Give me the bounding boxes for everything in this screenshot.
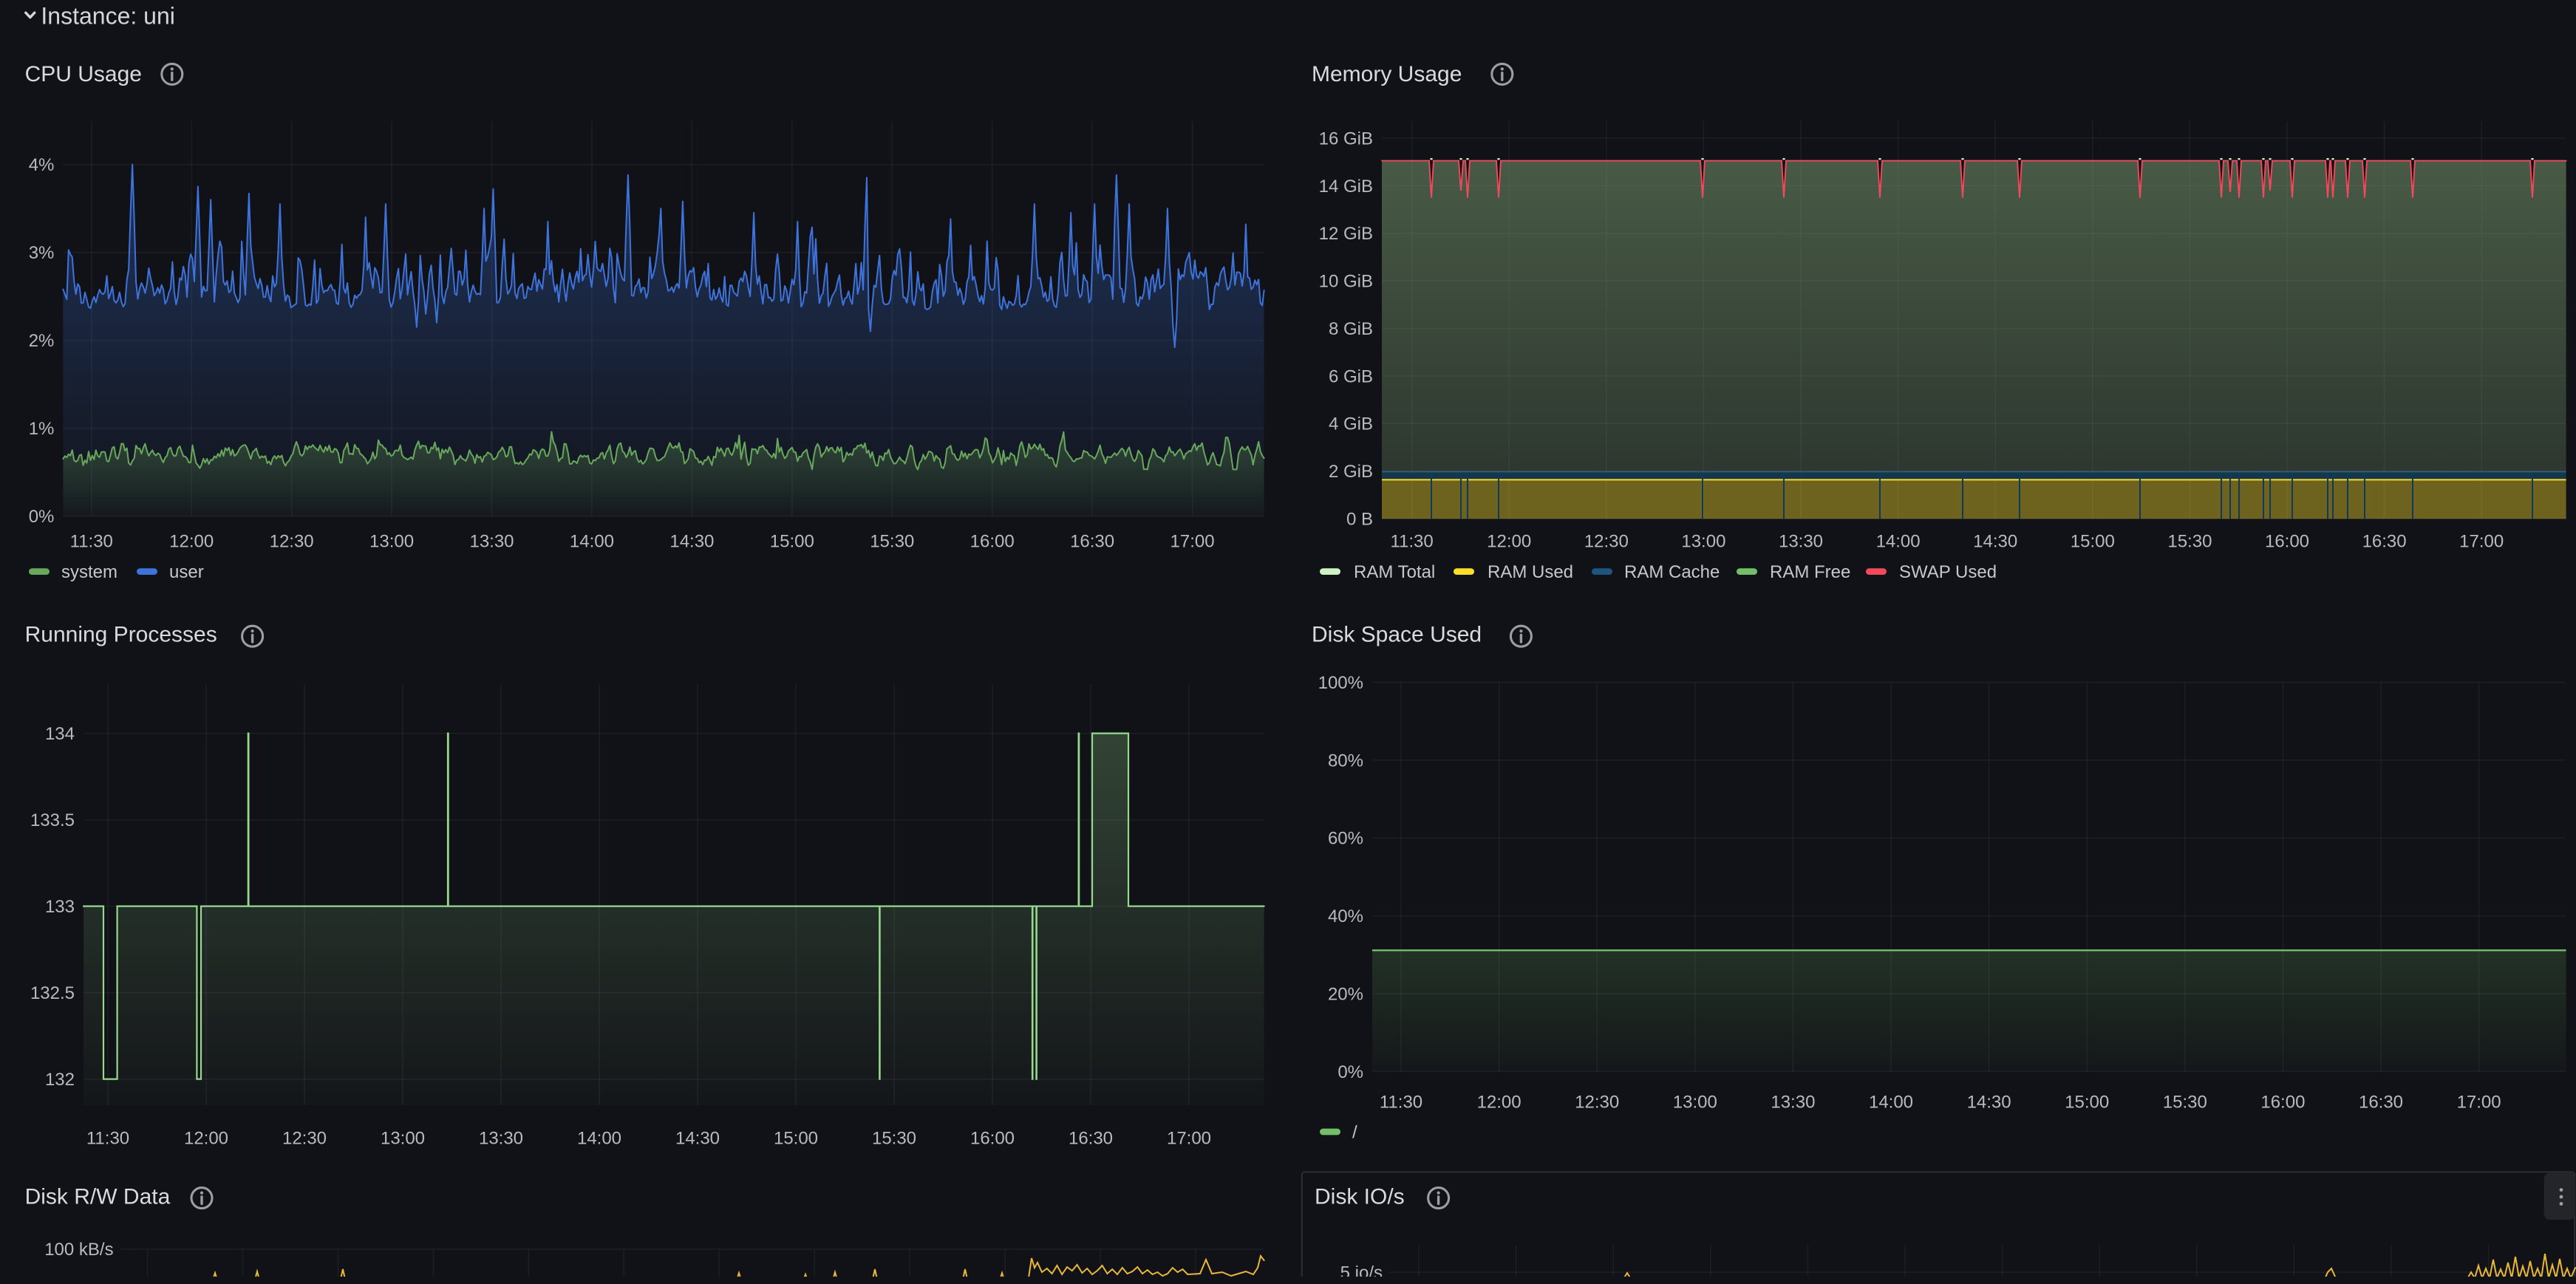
svg-text:17:00: 17:00 (1167, 1128, 1211, 1148)
svg-text:RAM Free: RAM Free (1770, 562, 1850, 582)
svg-text:CPU Usage: CPU Usage (25, 62, 142, 86)
svg-text:RAM Cache: RAM Cache (1624, 562, 1720, 582)
svg-text:Memory Usage: Memory Usage (1312, 62, 1462, 86)
svg-text:132: 132 (45, 1070, 75, 1090)
svg-text:12:30: 12:30 (282, 1128, 327, 1148)
svg-text:16:00: 16:00 (2265, 531, 2309, 551)
svg-text:13:00: 13:00 (369, 531, 414, 551)
svg-text:14:30: 14:30 (669, 531, 714, 551)
svg-text:15:30: 15:30 (2167, 531, 2212, 551)
svg-text:11:30: 11:30 (1380, 1093, 1422, 1113)
svg-text:14:00: 14:00 (577, 1128, 621, 1148)
svg-text:user: user (169, 562, 204, 582)
svg-text:13:00: 13:00 (1673, 1093, 1717, 1113)
svg-text:Disk IO/s: Disk IO/s (1315, 1184, 1405, 1209)
svg-text:1%: 1% (29, 419, 55, 439)
svg-text:RAM Total: RAM Total (1354, 562, 1435, 582)
svg-text:14:30: 14:30 (675, 1128, 720, 1148)
svg-text:8 GiB: 8 GiB (1329, 319, 1373, 339)
svg-text:134: 134 (45, 724, 75, 744)
svg-text:15:00: 15:00 (2065, 1093, 2109, 1113)
svg-text:14:00: 14:00 (570, 531, 614, 551)
svg-text:100 kB/s: 100 kB/s (44, 1240, 113, 1260)
svg-text:16:30: 16:30 (1069, 1128, 1113, 1148)
svg-text:15:00: 15:00 (770, 531, 814, 551)
svg-text:16:00: 16:00 (970, 1128, 1015, 1148)
svg-text:133.5: 133.5 (30, 810, 75, 830)
svg-text:12:00: 12:00 (1477, 1093, 1522, 1113)
svg-text:15:30: 15:30 (872, 1128, 916, 1148)
svg-text:4 GiB: 4 GiB (1329, 414, 1373, 434)
svg-text:2%: 2% (29, 331, 55, 351)
svg-text:Disk Space Used: Disk Space Used (1312, 623, 1482, 647)
svg-text:3%: 3% (29, 243, 55, 263)
svg-text:16:00: 16:00 (970, 531, 1015, 551)
svg-text:11:30: 11:30 (86, 1128, 129, 1148)
svg-text:system: system (61, 562, 117, 582)
svg-text:15:30: 15:30 (2163, 1093, 2207, 1113)
svg-text:/: / (1352, 1122, 1357, 1142)
svg-text:14:00: 14:00 (1876, 531, 1921, 551)
svg-text:13:00: 13:00 (1681, 531, 1725, 551)
svg-text:16:30: 16:30 (2362, 531, 2407, 551)
svg-text:RAM Used: RAM Used (1488, 562, 1573, 582)
svg-text:13:00: 13:00 (381, 1128, 425, 1148)
svg-text:12 GiB: 12 GiB (1319, 224, 1373, 244)
svg-text:13:30: 13:30 (1771, 1093, 1815, 1113)
svg-text:133: 133 (45, 897, 75, 917)
svg-text:12:30: 12:30 (1584, 531, 1629, 551)
svg-text:13:30: 13:30 (479, 1128, 523, 1148)
svg-text:16 GiB: 16 GiB (1319, 129, 1373, 148)
svg-text:100%: 100% (1318, 673, 1363, 693)
svg-text:SWAP Used: SWAP Used (1899, 562, 1997, 582)
svg-text:6 GiB: 6 GiB (1329, 366, 1373, 386)
svg-text:Instance: uni: Instance: uni (41, 2, 174, 29)
svg-text:17:00: 17:00 (2457, 1093, 2501, 1113)
svg-text:14:00: 14:00 (1869, 1093, 1913, 1113)
svg-text:14:30: 14:30 (1973, 531, 2017, 551)
svg-text:15:00: 15:00 (774, 1128, 818, 1148)
svg-text:16:00: 16:00 (2260, 1093, 2305, 1113)
svg-text:13:30: 13:30 (469, 531, 514, 551)
svg-text:15:00: 15:00 (2071, 531, 2115, 551)
svg-text:0 B: 0 B (1346, 509, 1373, 529)
svg-text:132.5: 132.5 (30, 983, 75, 1003)
svg-text:12:30: 12:30 (270, 531, 314, 551)
svg-text:5 io/s: 5 io/s (1340, 1263, 1383, 1277)
svg-text:15:30: 15:30 (870, 531, 914, 551)
svg-text:Running Processes: Running Processes (25, 623, 217, 647)
svg-text:10 GiB: 10 GiB (1319, 272, 1373, 292)
svg-text:12:00: 12:00 (184, 1128, 228, 1148)
svg-text:2 GiB: 2 GiB (1329, 462, 1373, 482)
svg-text:17:00: 17:00 (2459, 531, 2504, 551)
svg-text:11:30: 11:30 (70, 531, 113, 551)
svg-text:40%: 40% (1328, 906, 1363, 926)
svg-text:11:30: 11:30 (1390, 531, 1433, 551)
svg-text:14:30: 14:30 (1967, 1093, 2011, 1113)
svg-text:60%: 60% (1328, 829, 1363, 849)
svg-text:12:00: 12:00 (169, 531, 214, 551)
svg-text:80%: 80% (1328, 751, 1363, 771)
svg-text:17:00: 17:00 (1171, 531, 1215, 551)
svg-text:12:00: 12:00 (1487, 531, 1531, 551)
svg-text:Disk R/W Data: Disk R/W Data (25, 1184, 171, 1209)
svg-text:13:30: 13:30 (1779, 531, 1823, 551)
svg-text:16:30: 16:30 (2359, 1093, 2403, 1113)
svg-text:4%: 4% (29, 155, 55, 175)
svg-text:0%: 0% (29, 507, 55, 527)
svg-text:16:30: 16:30 (1070, 531, 1114, 551)
svg-text:20%: 20% (1328, 984, 1363, 1004)
svg-text:14 GiB: 14 GiB (1319, 177, 1373, 197)
svg-text:12:30: 12:30 (1575, 1093, 1619, 1113)
svg-text:0%: 0% (1338, 1062, 1363, 1082)
